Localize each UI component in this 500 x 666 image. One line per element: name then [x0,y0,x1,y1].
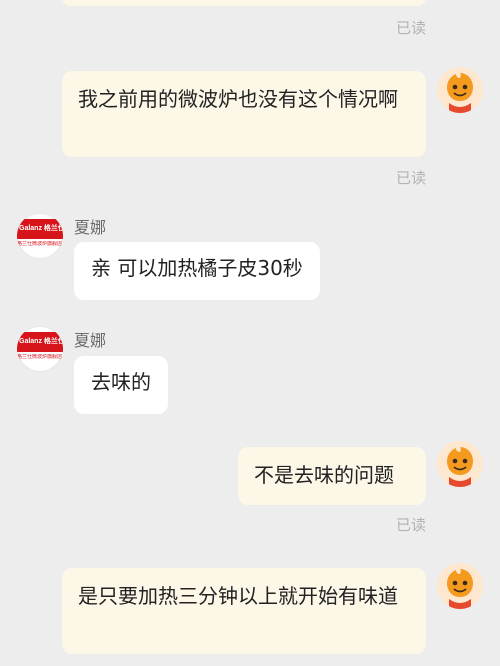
message-bubble-outgoing[interactable] [62,0,426,6]
read-receipt: 已读 [395,19,426,37]
read-receipt: 已读 [395,169,426,187]
message-text: 我之前用的微波炉也没有这个情况啊 [78,87,398,111]
message-text: 不是去味的问题 [254,463,394,487]
contact-avatar[interactable]: Galanz 格兰仕 格兰仕微波炉旗舰店 官方授权 [17,213,63,259]
chat-thread[interactable]: 已读 我之前用的微波炉也没有这个情况啊 已读 Galanz 格兰仕 格兰仕微波炉… [0,0,500,666]
brand-logo: Galanz 格兰仕 [17,219,63,239]
user-avatar[interactable] [437,441,483,487]
brand-subtext: 格兰仕微波炉旗舰店 官方授权 [17,241,63,247]
brand-subtext: 格兰仕微波炉旗舰店 官方授权 [17,354,63,360]
message-bubble-outgoing[interactable]: 我之前用的微波炉也没有这个情况啊 [62,71,426,157]
mascot-icon [437,67,483,113]
mascot-icon [437,563,483,609]
user-avatar[interactable] [437,563,483,609]
message-bubble-outgoing[interactable]: 不是去味的问题 [238,447,426,505]
sender-name: 夏娜 [74,218,107,237]
sender-name: 夏娜 [74,331,107,350]
message-text: 亲 可以加热橘子皮30秒 [91,256,303,280]
message-bubble-incoming[interactable]: 亲 可以加热橘子皮30秒 [74,242,320,300]
read-receipt: 已读 [395,516,426,534]
message-bubble-incoming[interactable]: 去味的 [74,356,168,414]
contact-avatar[interactable]: Galanz 格兰仕 格兰仕微波炉旗舰店 官方授权 [17,326,63,372]
message-text: 是只要加热三分钟以上就开始有味道 [78,584,398,608]
mascot-icon [437,441,483,487]
message-bubble-outgoing[interactable]: 是只要加热三分钟以上就开始有味道 [62,568,426,654]
user-avatar[interactable] [437,67,483,113]
message-text: 去味的 [91,370,151,394]
brand-logo: Galanz 格兰仕 [17,332,63,352]
